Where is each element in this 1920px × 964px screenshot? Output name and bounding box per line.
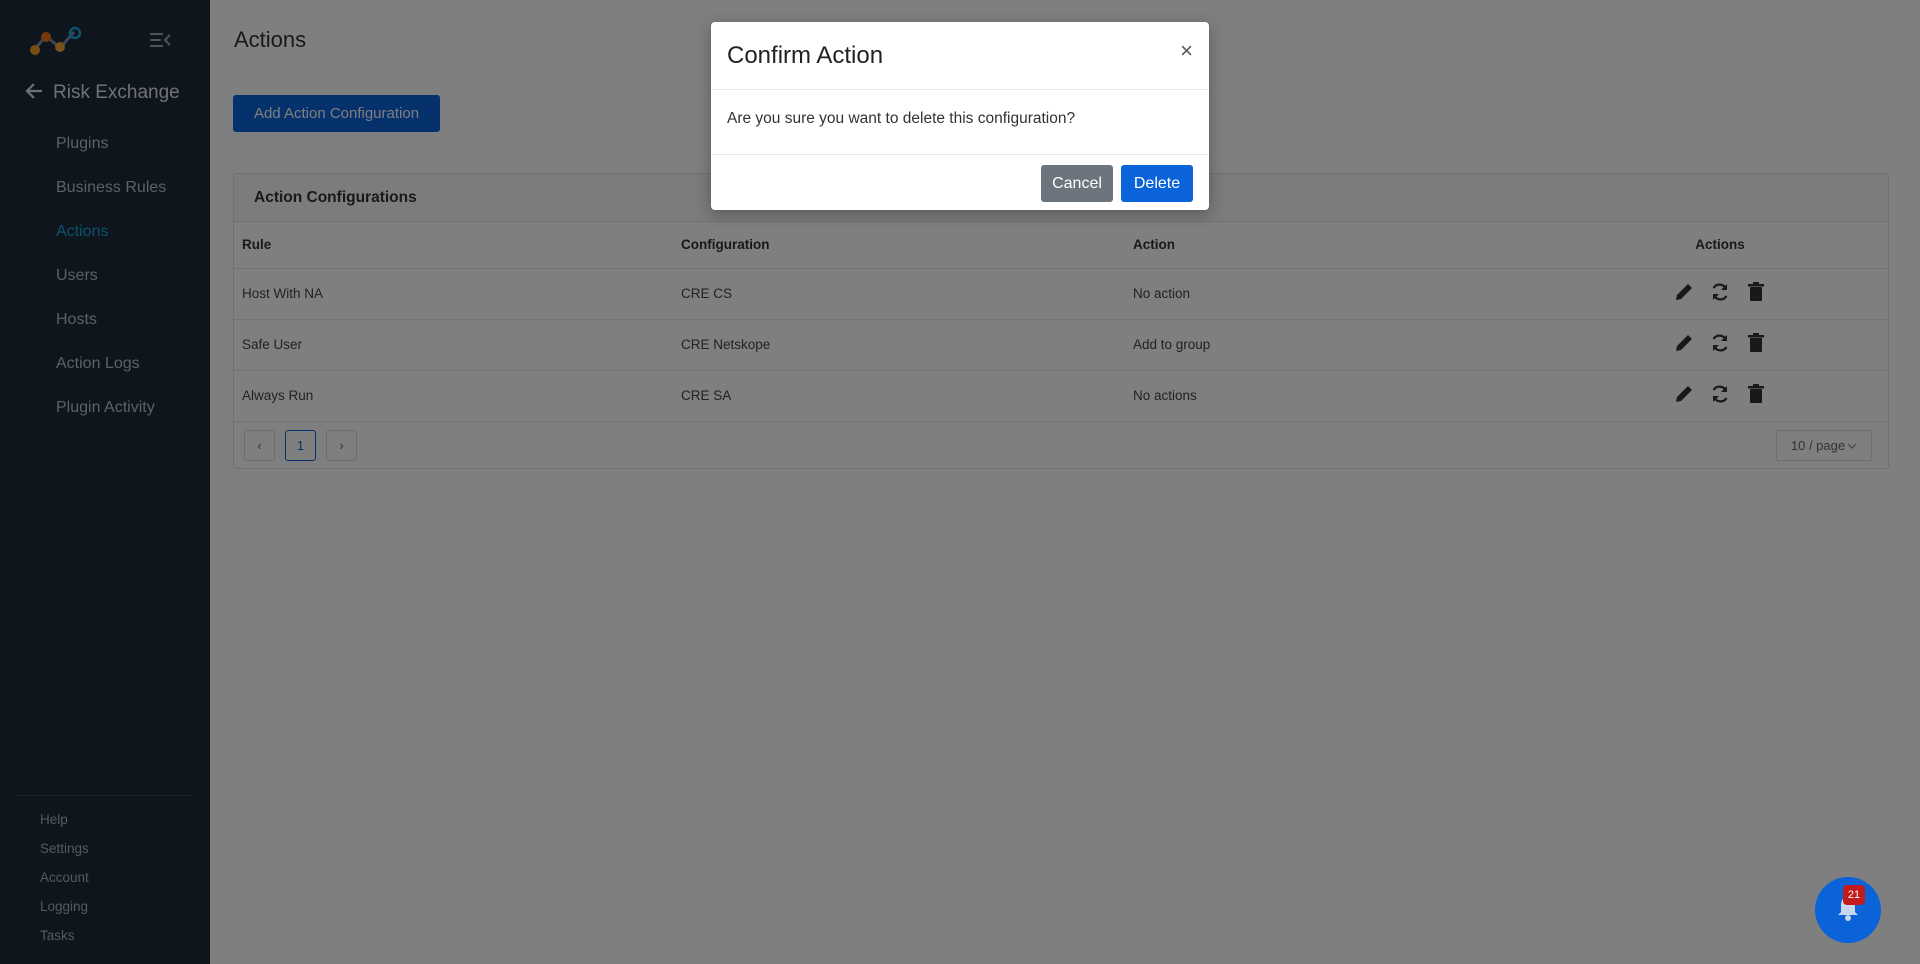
notification-count-badge: 21 [1843,885,1865,905]
delete-button[interactable]: Delete [1121,165,1193,202]
confirm-action-dialog: Confirm Action × Are you sure you want t… [711,22,1209,210]
modal-message: Are you sure you want to delete this con… [711,90,1209,155]
modal-header: Confirm Action × [711,22,1209,90]
modal-footer: Cancel Delete [1041,165,1193,202]
close-icon[interactable]: × [1180,40,1193,62]
cancel-button[interactable]: Cancel [1041,165,1113,202]
modal-title: Confirm Action [727,42,884,69]
